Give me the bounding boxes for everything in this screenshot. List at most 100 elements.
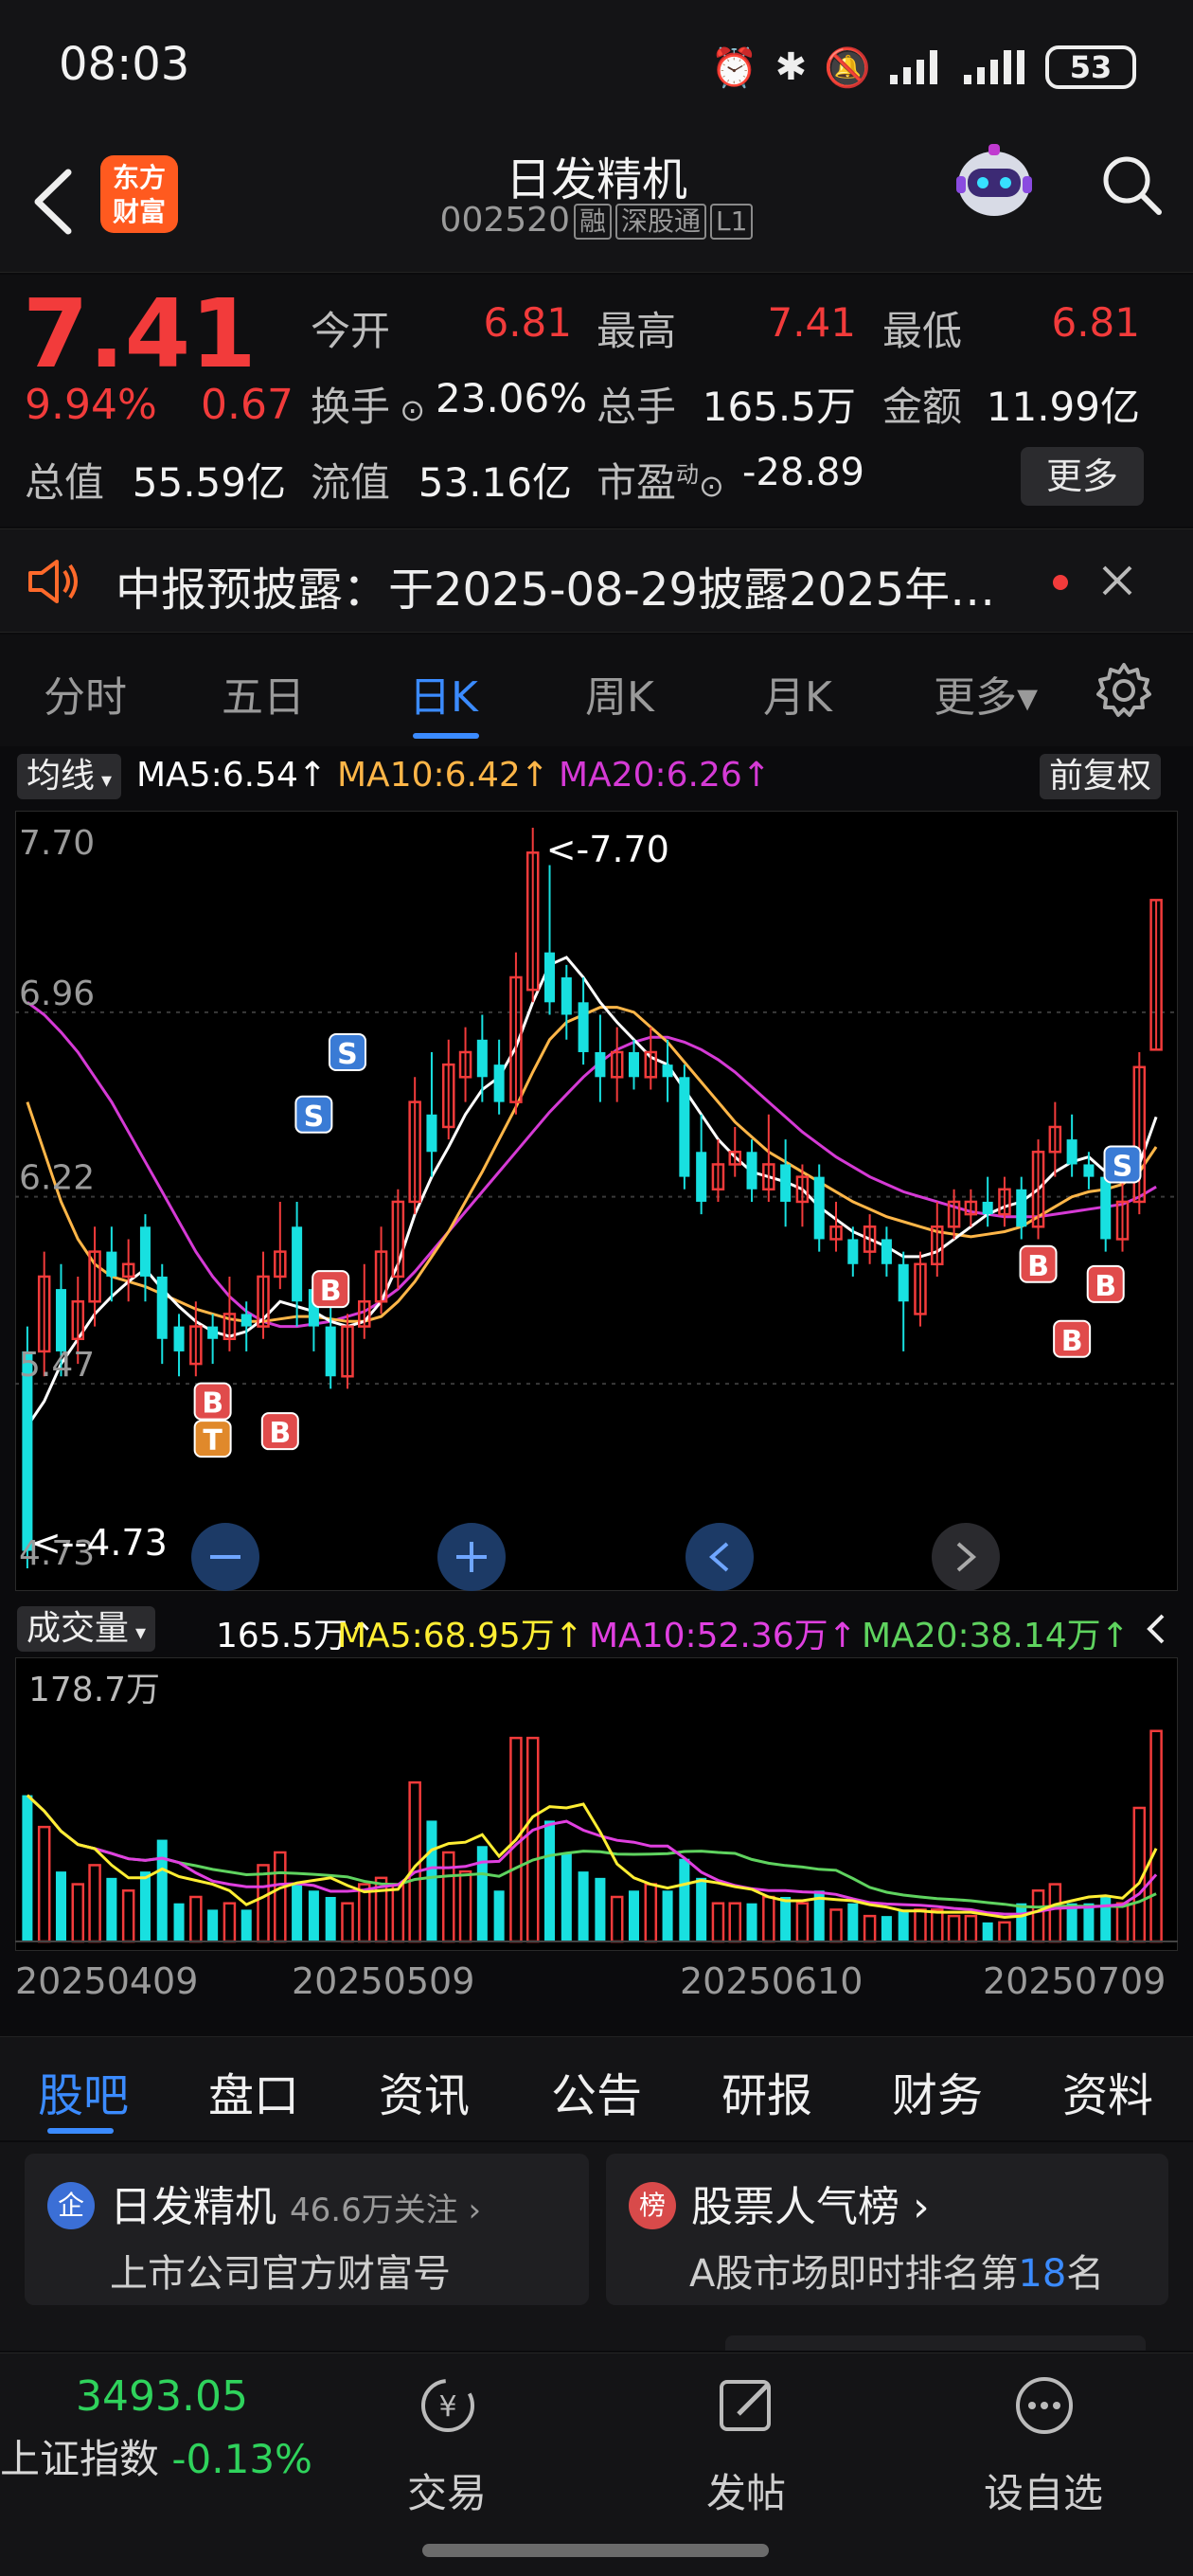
- candle-body: [106, 1251, 117, 1277]
- candle-body: [982, 1201, 993, 1215]
- notice-bar[interactable]: 中报预披露：于2025-08-29披露2025年…: [0, 528, 1193, 633]
- y-tick-label: 7.70: [19, 824, 95, 863]
- candle-body: [1083, 1164, 1095, 1177]
- candle-body: [1100, 1176, 1112, 1240]
- mute-icon: 🔕: [824, 45, 871, 90]
- candle-body: [662, 1064, 673, 1078]
- active-info-tab-indicator: [47, 2128, 114, 2134]
- candle-body: [881, 1239, 892, 1264]
- edit-icon: [720, 2380, 771, 2431]
- index-name-row[interactable]: 上证指数 -0.13%: [0, 2427, 312, 2485]
- tab-daily-k[interactable]: 日K: [409, 663, 478, 724]
- tab-announcements[interactable]: 公告: [551, 2058, 642, 2124]
- tab-order-book[interactable]: 盘口: [208, 2058, 299, 2124]
- ma5-label: MA5:6.54↑: [136, 756, 328, 795]
- signal-2-icon: [964, 50, 1024, 84]
- ma10-label: MA10:6.42↑: [337, 756, 549, 795]
- high-value: 7.41: [767, 299, 856, 346]
- post-button[interactable]: 发帖: [670, 2369, 822, 2516]
- tab-intraday[interactable]: 分时: [44, 663, 127, 724]
- trade-marker-label: S: [1113, 1150, 1133, 1183]
- candle-body: [207, 1326, 219, 1339]
- collapse-legend-icon[interactable]: [1142, 1612, 1170, 1646]
- volume-bar: [1083, 1903, 1095, 1941]
- tab-research[interactable]: 研报: [721, 2058, 812, 2124]
- date-tick: 20250610: [680, 1960, 864, 2002]
- zoom-in-button[interactable]: [437, 1523, 506, 1591]
- tab-forum[interactable]: 股吧: [38, 2058, 129, 2124]
- active-tab-indicator: [413, 733, 479, 739]
- search-icon[interactable]: [1098, 152, 1165, 218]
- zoom-out-button[interactable]: [191, 1523, 259, 1591]
- tab-more[interactable]: 更多▾: [934, 663, 1038, 724]
- vol-ma20-label: MA20:38.14万↑: [862, 1617, 1130, 1655]
- scroll-right-button[interactable]: [932, 1523, 1000, 1591]
- trade-marker-label: S: [337, 1038, 358, 1071]
- feature-cards: 企 日发精机 46.6万关注 › 上市公司官方财富号 榜 股票人气榜 › A股市…: [0, 2142, 1193, 2351]
- volume-bar: [55, 1871, 67, 1941]
- gear-icon[interactable]: [1095, 661, 1153, 720]
- trade-marker-label: B: [202, 1387, 223, 1421]
- home-indicator[interactable]: [422, 2544, 769, 2557]
- candle-body: [292, 1226, 303, 1302]
- float-cap-value: 53.16亿: [418, 459, 572, 506]
- tab-profile[interactable]: 资料: [1062, 2058, 1153, 2124]
- volume-bar: [1016, 1903, 1027, 1941]
- low-label: 最低: [882, 308, 963, 354]
- candle-body: [240, 1314, 252, 1327]
- volume-bar: [662, 1890, 673, 1941]
- official-account-card[interactable]: 企 日发精机 46.6万关注 › 上市公司官方财富号: [25, 2154, 589, 2305]
- trade-marker-label: B: [269, 1417, 291, 1450]
- info-tabs: 股吧 盘口 资讯 公告 研报 财务 资料: [0, 2036, 1193, 2140]
- scroll-hint: [725, 2335, 1146, 2351]
- volume-bar: [476, 1846, 488, 1941]
- volume-bar: [982, 1922, 993, 1941]
- popularity-rank-card[interactable]: 榜 股票人气榜 › A股市场即时排名第18名: [606, 2154, 1168, 2305]
- header: 东方财富 日发精机 002520 融深股通 L1: [0, 133, 1193, 273]
- low-value: 6.81: [1051, 299, 1140, 346]
- more-dots-icon: [1016, 2377, 1073, 2434]
- change-amount: 0.67: [201, 381, 294, 429]
- tag-level: L1: [710, 204, 754, 240]
- volume-chart[interactable]: 178.7万: [15, 1657, 1178, 1951]
- candle-body: [1016, 1189, 1027, 1227]
- bottom-nav: 3493.05 上证指数 -0.13% ¥ 交易 发帖 设自选: [0, 2352, 1193, 2576]
- open-value: 6.81: [483, 299, 572, 346]
- volume-label: 总手: [596, 384, 677, 430]
- tab-financials[interactable]: 财务: [892, 2058, 983, 2124]
- tab-weekly-k[interactable]: 周K: [585, 663, 654, 724]
- volume-value: 165.5万: [702, 384, 856, 430]
- candle-body: [139, 1226, 151, 1277]
- index-value[interactable]: 3493.05: [76, 2372, 248, 2421]
- trade-button[interactable]: ¥ 交易: [371, 2369, 523, 2516]
- candle-body: [578, 1002, 589, 1052]
- volume-legend: 成交量 ▾ 165.5万↑ MA5:68.95万↑ MA10:52.36万↑ M…: [0, 1601, 1193, 1655]
- volume-bar: [156, 1839, 168, 1941]
- scroll-left-button[interactable]: [686, 1523, 754, 1591]
- robot-assistant-icon[interactable]: [949, 136, 1040, 227]
- ma-selector[interactable]: 均线 ▾: [17, 754, 122, 799]
- volume-bar: [561, 1852, 572, 1941]
- add-watchlist-button[interactable]: 设自选: [968, 2369, 1119, 2516]
- candle-body: [1066, 1139, 1077, 1165]
- chart-period-tabs: 分时 五日 日K 周K 月K 更多▾: [0, 635, 1193, 746]
- alarm-icon: ⏰: [710, 45, 758, 90]
- candle-body: [679, 1077, 690, 1177]
- volume-bar: [207, 1909, 219, 1941]
- more-quote-button[interactable]: 更多: [1021, 447, 1144, 506]
- notice-text: 中报预披露：于2025-08-29披露2025年…: [116, 564, 996, 617]
- indicator-selector[interactable]: 成交量 ▾: [17, 1606, 156, 1652]
- tab-five-day[interactable]: 五日: [222, 663, 305, 724]
- candle-body: [746, 1152, 757, 1190]
- volume-bar: [847, 1903, 859, 1941]
- candle-body: [55, 1289, 67, 1351]
- change-percent: 9.94%: [25, 381, 157, 429]
- close-icon[interactable]: [1098, 562, 1136, 599]
- y-tick-label: 5.47: [19, 1346, 95, 1385]
- adjust-button[interactable]: 前复权: [1040, 754, 1162, 799]
- tab-monthly-k[interactable]: 月K: [763, 663, 832, 724]
- candle-body: [476, 1039, 488, 1078]
- candlestick-chart[interactable]: BT BBSSBBBS 7.706.966.225.474.73 <-7.70 <…: [15, 811, 1178, 1591]
- yuan-exchange-icon: ¥: [421, 2379, 474, 2432]
- tab-news[interactable]: 资讯: [379, 2058, 470, 2124]
